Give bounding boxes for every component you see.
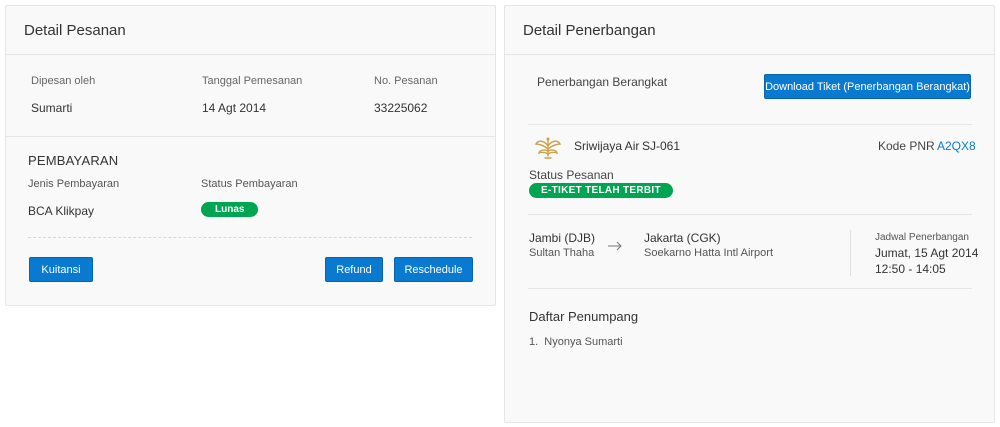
section-divider-2 (528, 214, 972, 215)
flight-detail-panel: Detail Penerbangan Penerbangan Berangkat… (504, 5, 995, 423)
payment-divider (28, 237, 472, 238)
payment-status-label: Status Pembayaran (201, 178, 298, 190)
departure-section-label: Penerbangan Berangkat (537, 75, 668, 89)
order-number-block: No. Pesanan 33225062 (374, 75, 438, 115)
payment-type-label: Jenis Pembayaran (28, 178, 120, 190)
schedule-label: Jadwal Penerbangan (875, 232, 969, 243)
passengers-title: Daftar Penumpang (529, 309, 639, 324)
booked-by-block: Dipesan oleh Sumarti (31, 75, 95, 115)
flight-panel-header: Detail Penerbangan (505, 6, 994, 55)
order-date-label: Tanggal Pemesanan (202, 75, 303, 87)
order-number-value: 33225062 (374, 101, 428, 115)
receipt-button[interactable]: Kuitansi (29, 257, 93, 282)
flight-number: SJ-061 (642, 139, 681, 153)
order-date-value: 14 Agt 2014 (202, 101, 267, 115)
payment-type-block: Jenis Pembayaran BCA Klikpay (28, 178, 119, 218)
arrow-right-icon (607, 238, 623, 251)
payment-title: PEMBAYARAN (28, 153, 119, 168)
reschedule-button[interactable]: Reschedule (394, 257, 473, 282)
section-divider-1 (528, 124, 972, 125)
order-status-label: Status Pesanan (529, 168, 614, 182)
schedule-separator (850, 230, 851, 276)
flight-panel-title: Detail Penerbangan (523, 21, 656, 39)
pnr-label: Kode PNR (878, 139, 935, 153)
pnr-value: A2QX8 (937, 139, 976, 153)
schedule-time: 12:50 - 14:05 (875, 262, 946, 276)
destination-city: Jakarta (CGK) (644, 231, 721, 245)
order-info-section: Dipesan oleh Sumarti Tanggal Pemesanan 1… (6, 55, 495, 137)
download-ticket-button[interactable]: Download Tiket (Penerbangan Berangkat) (764, 74, 971, 99)
booked-by-label: Dipesan oleh (31, 75, 96, 87)
order-date-block: Tanggal Pemesanan 14 Agt 2014 (202, 75, 302, 115)
passenger-list-item: 1. Nyonya Sumarti (529, 336, 623, 348)
order-panel-title: Detail Pesanan (24, 21, 126, 39)
schedule-date: Jumat, 15 Agt 2014 (875, 246, 979, 260)
destination-airport: Soekarno Hatta Intl Airport (644, 247, 774, 259)
payment-status-block: Status Pembayaran Lunas (201, 178, 298, 217)
origin-airport: Sultan Thaha (529, 247, 595, 259)
order-status-badge: E-TIKET TELAH TERBIT (529, 183, 673, 198)
order-number-label: No. Pesanan (374, 75, 438, 87)
section-divider-3 (528, 288, 972, 289)
payment-status-badge: Lunas (201, 202, 259, 217)
booked-by-value: Sumarti (31, 101, 73, 115)
origin-city: Jambi (DJB) (529, 231, 596, 245)
airline-name: Sriwijaya Air (574, 139, 640, 153)
order-panel-header: Detail Pesanan (6, 6, 495, 55)
order-detail-panel: Detail Pesanan Dipesan oleh Sumarti Tang… (5, 5, 496, 306)
refund-button[interactable]: Refund (325, 257, 383, 282)
sriwijaya-air-logo (533, 136, 563, 162)
payment-type-value: BCA Klikpay (28, 204, 95, 218)
